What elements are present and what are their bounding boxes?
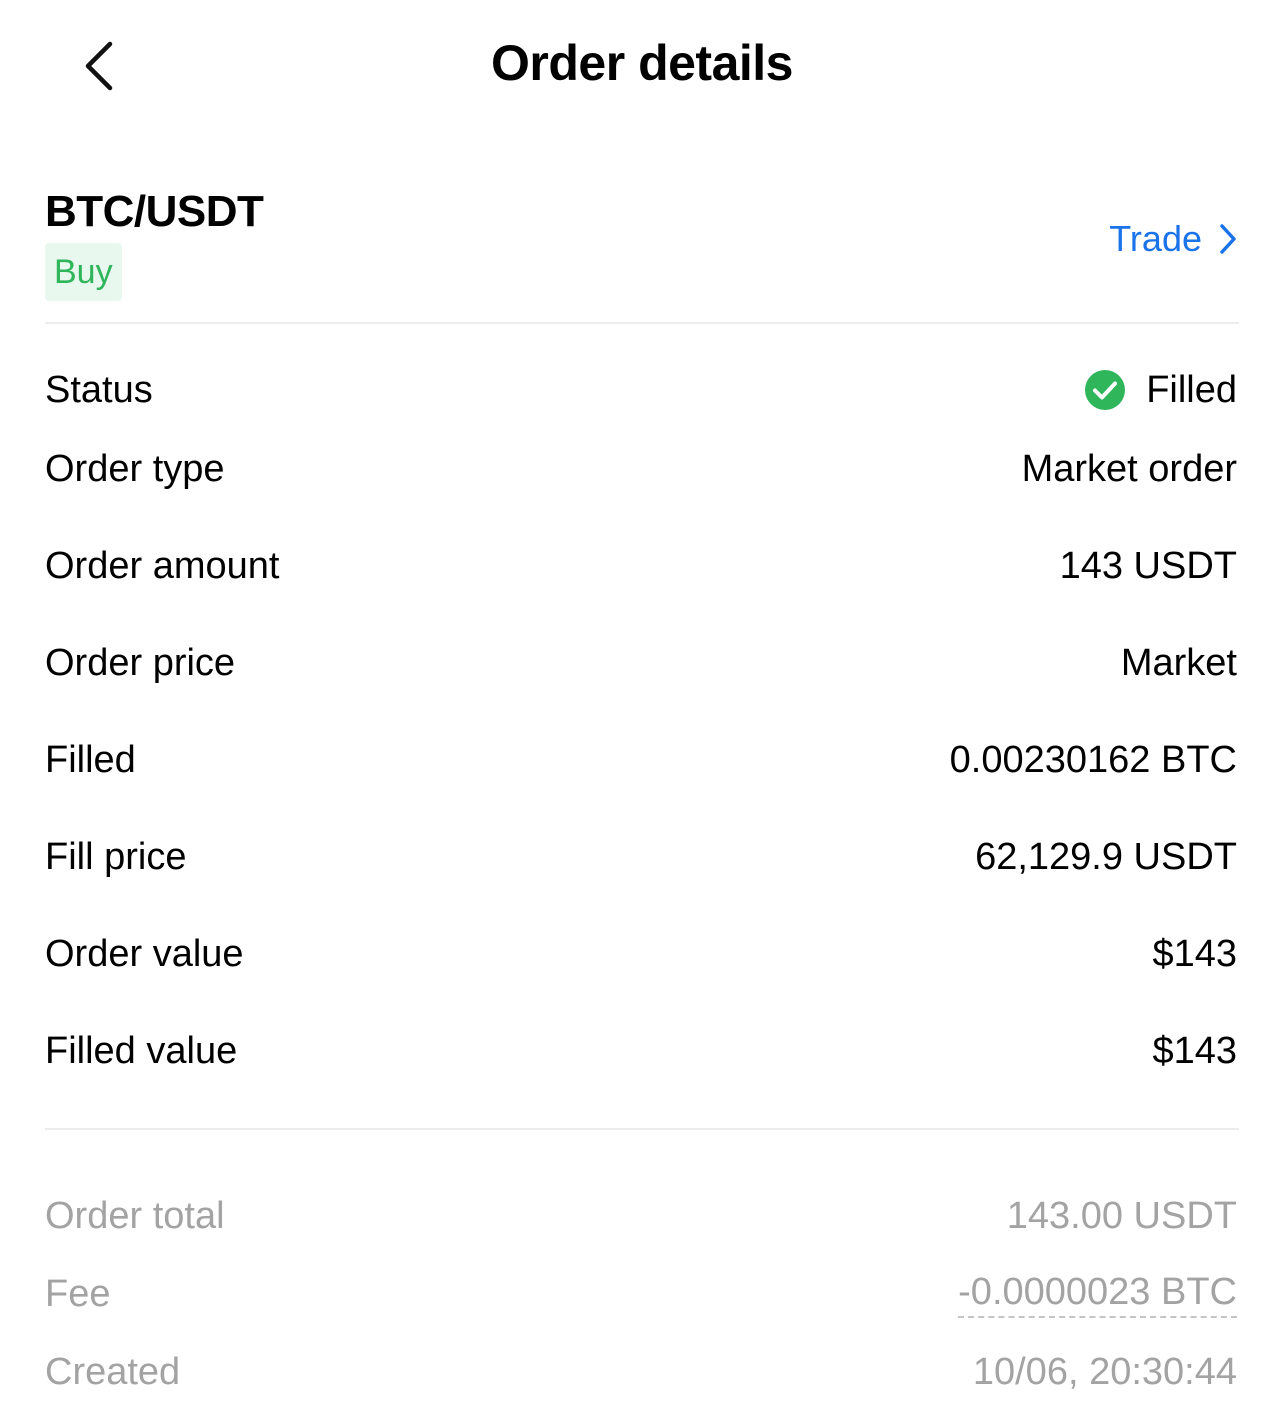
side-badge: Buy [45,243,122,301]
pair-block: BTC/USDT Buy [45,183,264,301]
divider [45,1128,1239,1130]
detail-label: Status [45,368,153,411]
detail-label: Filled value [45,1029,238,1072]
divider [45,322,1239,324]
summary-row-created: Created 10/06, 20:30:44 [45,1342,1237,1402]
chevron-right-icon [1220,224,1236,254]
detail-row-status: Status Filled [45,360,1237,420]
check-circle-icon [1084,369,1126,411]
detail-row-fill-price: Fill price 62,129.9 USDT [45,827,1237,887]
detail-value: Market [1120,641,1237,684]
summary-value: 143.00 USDT [1006,1194,1237,1237]
detail-label: Order amount [45,544,280,587]
detail-value: 0.00230162 BTC [949,738,1237,781]
header: Order details [0,0,1284,135]
detail-value: $143 [1152,932,1237,975]
detail-row-filled-value: Filled value $143 [45,1021,1237,1081]
summary-row-order-total: Order total 143.00 USDT [45,1186,1237,1246]
detail-row-order-amount: Order amount 143 USDT [45,536,1237,596]
detail-value: 143 USDT [1059,544,1237,587]
pair-name: BTC/USDT [45,187,264,236]
detail-row-filled: Filled 0.00230162 BTC [45,730,1237,790]
trade-link[interactable]: Trade [1109,218,1238,260]
trade-label: Trade [1109,218,1202,259]
detail-row-order-price: Order price Market [45,633,1237,693]
summary-label: Order total [45,1194,225,1237]
detail-label: Filled [45,738,136,781]
detail-row-order-type: Order type Market order [45,439,1237,499]
summary-row-fee: Fee -0.0000023 BTC [45,1264,1237,1324]
detail-value: $143 [1152,1029,1237,1072]
detail-row-order-value: Order value $143 [45,924,1237,984]
detail-label: Order price [45,641,236,684]
detail-label: Order value [45,932,244,975]
fee-value[interactable]: -0.0000023 BTC [958,1270,1237,1318]
page-title: Order details [491,35,793,91]
status-text: Filled [1146,368,1237,411]
detail-value: Market order [1021,447,1237,490]
detail-label: Order type [45,447,225,490]
summary-label: Fee [45,1272,111,1315]
detail-value: 62,129.9 USDT [975,835,1237,878]
summary-value: 10/06, 20:30:44 [972,1350,1237,1393]
detail-label: Fill price [45,835,187,878]
summary-label: Created [45,1350,181,1393]
status-value: Filled [1084,369,1237,412]
